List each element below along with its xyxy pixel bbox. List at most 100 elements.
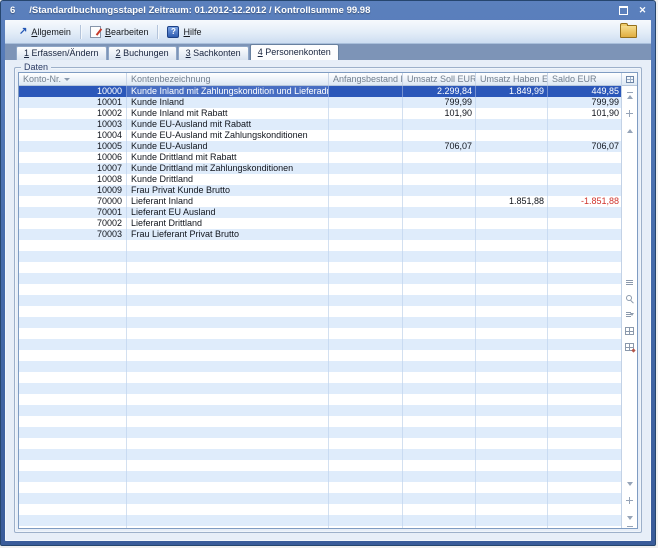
cell-empty: [127, 449, 329, 460]
cell-empty: [19, 350, 127, 361]
cell-umsatz_soll: 799,99: [403, 97, 476, 108]
table-side-strip: [621, 73, 637, 528]
scroll-up-button[interactable]: [624, 126, 635, 135]
cell-umsatz_soll: [403, 130, 476, 141]
table-row-empty: [19, 262, 622, 273]
column-header-saldo[interactable]: Saldo EUR: [548, 73, 622, 85]
record-insert-down-button[interactable]: [624, 496, 635, 505]
cell-umsatz_soll: 101,90: [403, 108, 476, 119]
record-insert-up-button[interactable]: [624, 109, 635, 118]
table-row[interactable]: 10003Kunde EU-Ausland mit Rabatt: [19, 119, 622, 130]
cell-empty: [127, 372, 329, 383]
goto-row-button[interactable]: [624, 278, 635, 287]
table-row-empty: [19, 515, 622, 526]
search-icon: [625, 294, 634, 303]
cell-umsatz_soll: 706,07: [403, 141, 476, 152]
column-header-konto-nr[interactable]: Konto-Nr.: [19, 73, 127, 85]
cell-empty: [19, 273, 127, 284]
column-header-anfangsbestand[interactable]: Anfangsbestand EUR: [329, 73, 403, 85]
tab-erfassen-aendern[interactable]: 1 Erfassen/Ändern: [16, 46, 107, 60]
column-header-umsatz-haben[interactable]: Umsatz Haben EUR: [476, 73, 548, 85]
cell-empty: [19, 504, 127, 515]
cell-empty: [329, 449, 403, 460]
table-row[interactable]: 10008Kunde Drittland: [19, 174, 622, 185]
cell-empty: [476, 306, 548, 317]
table-row[interactable]: 10001Kunde Inland799,99799,99: [19, 97, 622, 108]
cell-umsatz_haben: [476, 163, 548, 174]
search-button[interactable]: [624, 294, 635, 303]
cell-empty: [476, 449, 548, 460]
scroll-to-top-button[interactable]: [624, 92, 635, 101]
table-row[interactable]: 70003Frau Lieferant Privat Brutto: [19, 229, 622, 240]
scroll-down-icon: [627, 482, 633, 486]
cell-empty: [476, 339, 548, 350]
cell-empty: [403, 416, 476, 427]
column-chooser-button[interactable]: [622, 73, 637, 86]
allgemein-button[interactable]: ↗ Allgemein: [13, 25, 77, 39]
cell-empty: [127, 515, 329, 526]
column-header-umsatz-soll[interactable]: Umsatz Soll EUR: [403, 73, 476, 85]
table-row[interactable]: 10004Kunde EU-Ausland mit Zahlungskondit…: [19, 130, 622, 141]
table-row[interactable]: 70002Lieferant Drittland: [19, 218, 622, 229]
tab-buchungen[interactable]: 2 Buchungen: [108, 46, 177, 60]
restore-button[interactable]: [617, 4, 630, 16]
cell-konto: 10000: [19, 86, 127, 97]
daten-groupbox: Daten Konto-Nr. Kontenbezeichnung Anfang…: [14, 67, 642, 533]
cell-empty: [548, 295, 622, 306]
folder-icon[interactable]: [620, 25, 637, 38]
table-row[interactable]: 10006Kunde Drittland mit Rabatt: [19, 152, 622, 163]
cell-empty: [476, 295, 548, 306]
cell-empty: [476, 515, 548, 526]
table-row[interactable]: 10000Kunde Inland mit Zahlungskondition …: [19, 86, 622, 97]
cell-umsatz_haben: [476, 185, 548, 196]
cell-empty: [548, 471, 622, 482]
cell-saldo: [548, 218, 622, 229]
bearbeiten-button[interactable]: Bearbeiten: [84, 24, 155, 40]
table-row[interactable]: 70001Lieferant EU Ausland: [19, 207, 622, 218]
sort-button[interactable]: [624, 310, 635, 319]
cell-empty: [19, 493, 127, 504]
cell-empty: [127, 504, 329, 515]
table-row[interactable]: 10005Kunde EU-Ausland706,07706,07: [19, 141, 622, 152]
table-edit-button[interactable]: [624, 342, 635, 351]
cell-umsatz_haben: [476, 229, 548, 240]
hilfe-button[interactable]: ? Hilfe: [161, 24, 207, 40]
cell-bezeichnung: Frau Privat Kunde Brutto: [127, 185, 329, 196]
cell-empty: [329, 493, 403, 504]
cell-umsatz_soll: [403, 196, 476, 207]
cell-empty: [548, 317, 622, 328]
cell-empty: [403, 262, 476, 273]
table-row[interactable]: 70000Lieferant Inland1.851,88-1.851,88: [19, 196, 622, 207]
cell-konto: 70002: [19, 218, 127, 229]
scroll-down-button[interactable]: [624, 479, 635, 488]
cell-empty: [403, 240, 476, 251]
scroll-to-bottom-button[interactable]: [624, 513, 635, 522]
cell-empty: [548, 350, 622, 361]
table-row[interactable]: 10002Kunde Inland mit Rabatt101,90101,90: [19, 108, 622, 119]
table-row[interactable]: 10007Kunde Drittland mit Zahlungskonditi…: [19, 163, 622, 174]
tab-personenkonten[interactable]: 4 Personenkonten: [250, 44, 339, 60]
table-edit-icon: [625, 343, 634, 351]
cell-anfangsbestand: [329, 229, 403, 240]
close-button[interactable]: ✕: [636, 4, 649, 16]
cell-empty: [548, 273, 622, 284]
cell-empty: [127, 361, 329, 372]
cell-empty: [403, 394, 476, 405]
restore-icon: [619, 6, 628, 15]
cell-empty: [548, 284, 622, 295]
cell-empty: [476, 262, 548, 273]
cell-bezeichnung: Kunde Drittland mit Rabatt: [127, 152, 329, 163]
cell-empty: [19, 471, 127, 482]
cell-empty: [329, 361, 403, 372]
cell-umsatz_haben: [476, 174, 548, 185]
column-settings-button[interactable]: [624, 326, 635, 335]
cell-bezeichnung: Frau Lieferant Privat Brutto: [127, 229, 329, 240]
toolbar-separator: [157, 25, 158, 39]
table-row-empty: [19, 460, 622, 471]
table-row[interactable]: 10009Frau Privat Kunde Brutto: [19, 185, 622, 196]
cell-empty: [329, 251, 403, 262]
cell-saldo: [548, 163, 622, 174]
cell-empty: [329, 240, 403, 251]
column-header-kontenbezeichnung[interactable]: Kontenbezeichnung: [127, 73, 329, 85]
tab-sachkonten[interactable]: 3 Sachkonten: [178, 46, 249, 60]
